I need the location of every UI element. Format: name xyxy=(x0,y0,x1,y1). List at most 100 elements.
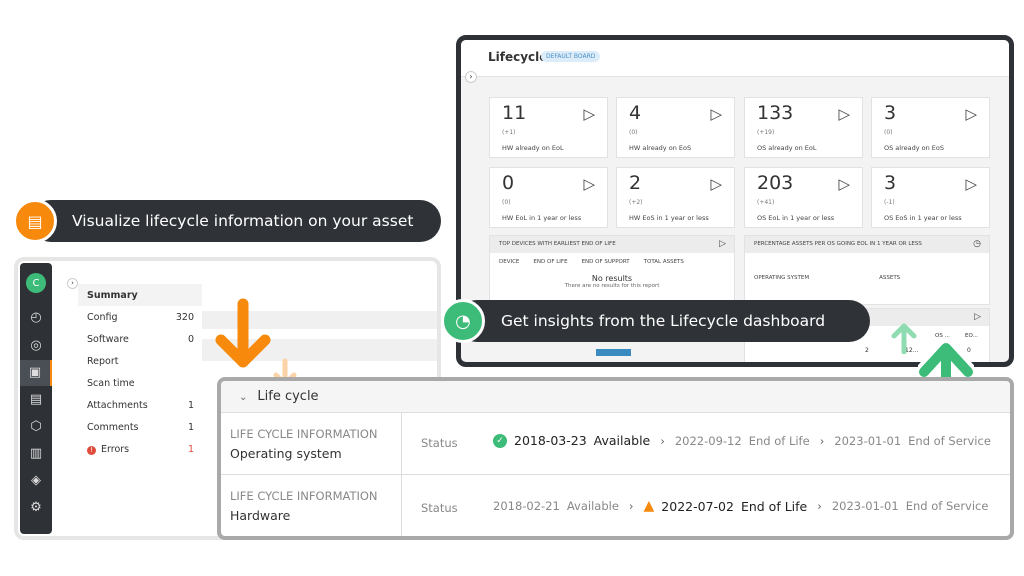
package-icon[interactable]: ◈ xyxy=(20,468,52,494)
menu-label: Config xyxy=(87,311,118,323)
row-name: Hardware xyxy=(230,508,291,523)
kpi-delta: (0) xyxy=(884,129,893,136)
reports-icon[interactable]: ▥ xyxy=(20,441,52,467)
dashboard-title: Lifecycle xyxy=(488,50,548,64)
kpi-value: 133 xyxy=(757,102,794,124)
menu-label: Scan time xyxy=(87,377,135,389)
dashboard-callout: Get insights from the Lifecycle dashboar… xyxy=(456,300,870,342)
kpi-delta: (+1) xyxy=(502,129,516,136)
menu-label: Software xyxy=(87,333,129,345)
menu-count: 320 xyxy=(175,311,194,323)
menu-item-attachments[interactable]: Attachments 1 xyxy=(78,394,202,416)
section-title: Life cycle xyxy=(257,389,319,404)
dashboard-icon[interactable]: ◴ xyxy=(20,305,52,331)
kpi-value: 2 xyxy=(629,172,642,194)
play-icon[interactable]: ▷ xyxy=(710,175,722,193)
lifecycle-steps: ✓ 2018-03-23 Available › 2022-09-12 End of Li… xyxy=(493,433,991,448)
kpi-label: OS already on EoS xyxy=(884,144,945,152)
expand-chevron-icon[interactable]: › xyxy=(465,71,477,83)
callout-text: Visualize lifecycle information on your … xyxy=(72,212,414,230)
step-label: End of Service xyxy=(908,433,991,448)
asset-menu: Summary Config 320 Software 0 Report Scan time… xyxy=(78,284,202,460)
kpi-card[interactable]: 133 (+19) OS already on EoL ▷ xyxy=(744,97,863,158)
menu-count: 1 xyxy=(187,399,194,411)
kpi-delta: (0) xyxy=(502,199,511,206)
kpi-label: HW EoS in 1 year or less xyxy=(629,214,709,222)
play-icon[interactable]: ▷ xyxy=(838,175,850,193)
menu-count: 1 xyxy=(187,421,194,433)
step-label: Available xyxy=(566,499,619,513)
kpi-card[interactable]: 3 (0) OS already on EoS ▷ xyxy=(871,97,990,158)
menu-item-config[interactable]: Config 320 xyxy=(78,306,202,328)
table-cell: 2 xyxy=(865,347,869,354)
kpi-label: HW already on EoL xyxy=(502,144,564,152)
menu-item-errors[interactable]: ! Errors 1 xyxy=(78,438,202,460)
check-circle-icon: ✓ xyxy=(493,433,507,448)
step-date: 2018-02-21 xyxy=(493,499,560,513)
step-label: Available xyxy=(593,433,651,448)
no-results-sub: There are no results for this report xyxy=(564,283,660,289)
expand-chevron-icon[interactable]: › xyxy=(67,278,78,289)
panel-title: PERCENTAGE ASSETS PER OS GOING EOL IN 1 … xyxy=(754,241,922,247)
menu-item-comments[interactable]: Comments 1 xyxy=(78,416,202,438)
step-date: 2023-01-01 xyxy=(831,499,899,513)
scan-icon[interactable]: ◎ xyxy=(20,333,52,359)
row-name: Operating system xyxy=(230,446,342,461)
play-icon[interactable]: ▷ xyxy=(710,105,722,123)
kpi-card[interactable]: 0 (0) HW EoL in 1 year or less ▷ xyxy=(489,167,608,228)
gear-icon[interactable]: ⚙ xyxy=(20,495,52,521)
kpi-card[interactable]: 4 (0) HW already on EoS ▷ xyxy=(616,97,735,158)
kpi-delta: (+2) xyxy=(629,199,643,206)
play-icon[interactable]: ▷ xyxy=(583,105,595,123)
column-header: END OF LIFE xyxy=(533,259,568,265)
play-icon[interactable]: ▷ xyxy=(965,105,977,123)
shield-icon[interactable]: ⬡ xyxy=(20,414,52,440)
asset-callout: Visualize lifecycle information on your … xyxy=(30,200,441,242)
play-icon[interactable]: ▷ xyxy=(838,105,850,123)
menu-item-summary[interactable]: Summary xyxy=(78,284,202,306)
life-cycle-header[interactable]: ⌄ Life cycle xyxy=(221,381,1010,413)
assets-icon[interactable]: ▣ xyxy=(20,360,52,386)
life-cycle-row: LIFE CYCLE INFORMATION Operating system St… xyxy=(221,413,1010,475)
light-green-up-arrow-icon xyxy=(891,323,917,354)
menu-item-software[interactable]: Software 0 xyxy=(78,328,202,350)
kpi-label: HW already on EoS xyxy=(629,144,692,152)
kpi-value: 0 xyxy=(502,172,515,194)
column-header: END OF SUPPORT xyxy=(581,259,630,265)
kpi-card[interactable]: 3 (-1) OS EoS in 1 year or less ▷ xyxy=(871,167,990,228)
code-icon[interactable]: ▤ xyxy=(20,387,52,413)
chevron-down-icon[interactable]: ⌄ xyxy=(239,392,247,403)
no-results: No results xyxy=(591,274,633,283)
status-label: Status xyxy=(421,501,458,515)
kpi-value: 11 xyxy=(502,102,527,124)
kpi-value: 3 xyxy=(884,102,897,124)
kpi-label: OS EoS in 1 year or less xyxy=(884,214,962,222)
menu-item-scan-time[interactable]: Scan time xyxy=(78,372,202,394)
kpi-card[interactable]: 2 (+2) HW EoS in 1 year or less ▷ xyxy=(616,167,735,228)
kpi-card[interactable]: 11 (+1) HW already on EoL ▷ xyxy=(489,97,608,158)
kpi-delta: (+41) xyxy=(757,199,775,206)
avatar[interactable]: C xyxy=(26,273,46,293)
chart-bar xyxy=(596,349,631,356)
column-header: TOTAL ASSETS xyxy=(643,259,684,265)
dashboard-header: Lifecycle DEFAULT BOARD xyxy=(461,40,1009,77)
menu-label: Report xyxy=(87,355,119,367)
kpi-delta: (0) xyxy=(629,129,638,136)
menu-item-report[interactable]: Report xyxy=(78,350,202,372)
step-date: 2023-01-01 xyxy=(834,433,902,448)
play-icon[interactable]: ▷ xyxy=(719,239,726,249)
step-label: End of Life xyxy=(748,433,810,448)
speedometer-icon: ◔ xyxy=(441,299,485,343)
chevron-right-icon: › xyxy=(819,433,825,448)
play-icon[interactable]: ▷ xyxy=(583,175,595,193)
kpi-delta: (+19) xyxy=(757,129,775,136)
play-icon[interactable]: ▷ xyxy=(965,175,977,193)
play-icon[interactable]: ▷ xyxy=(974,312,981,322)
percentage-panel: PERCENTAGE ASSETS PER OS GOING EOL IN 1 … xyxy=(744,235,990,305)
kpi-card[interactable]: 203 (+41) OS EoL in 1 year or less ▷ xyxy=(744,167,863,228)
step-label: End of Life xyxy=(740,498,808,514)
clock-icon[interactable]: ◷ xyxy=(973,239,981,249)
menu-label: Comments xyxy=(87,421,139,433)
default-board-badge: DEFAULT BOARD xyxy=(541,51,601,62)
kpi-value: 4 xyxy=(629,102,642,124)
